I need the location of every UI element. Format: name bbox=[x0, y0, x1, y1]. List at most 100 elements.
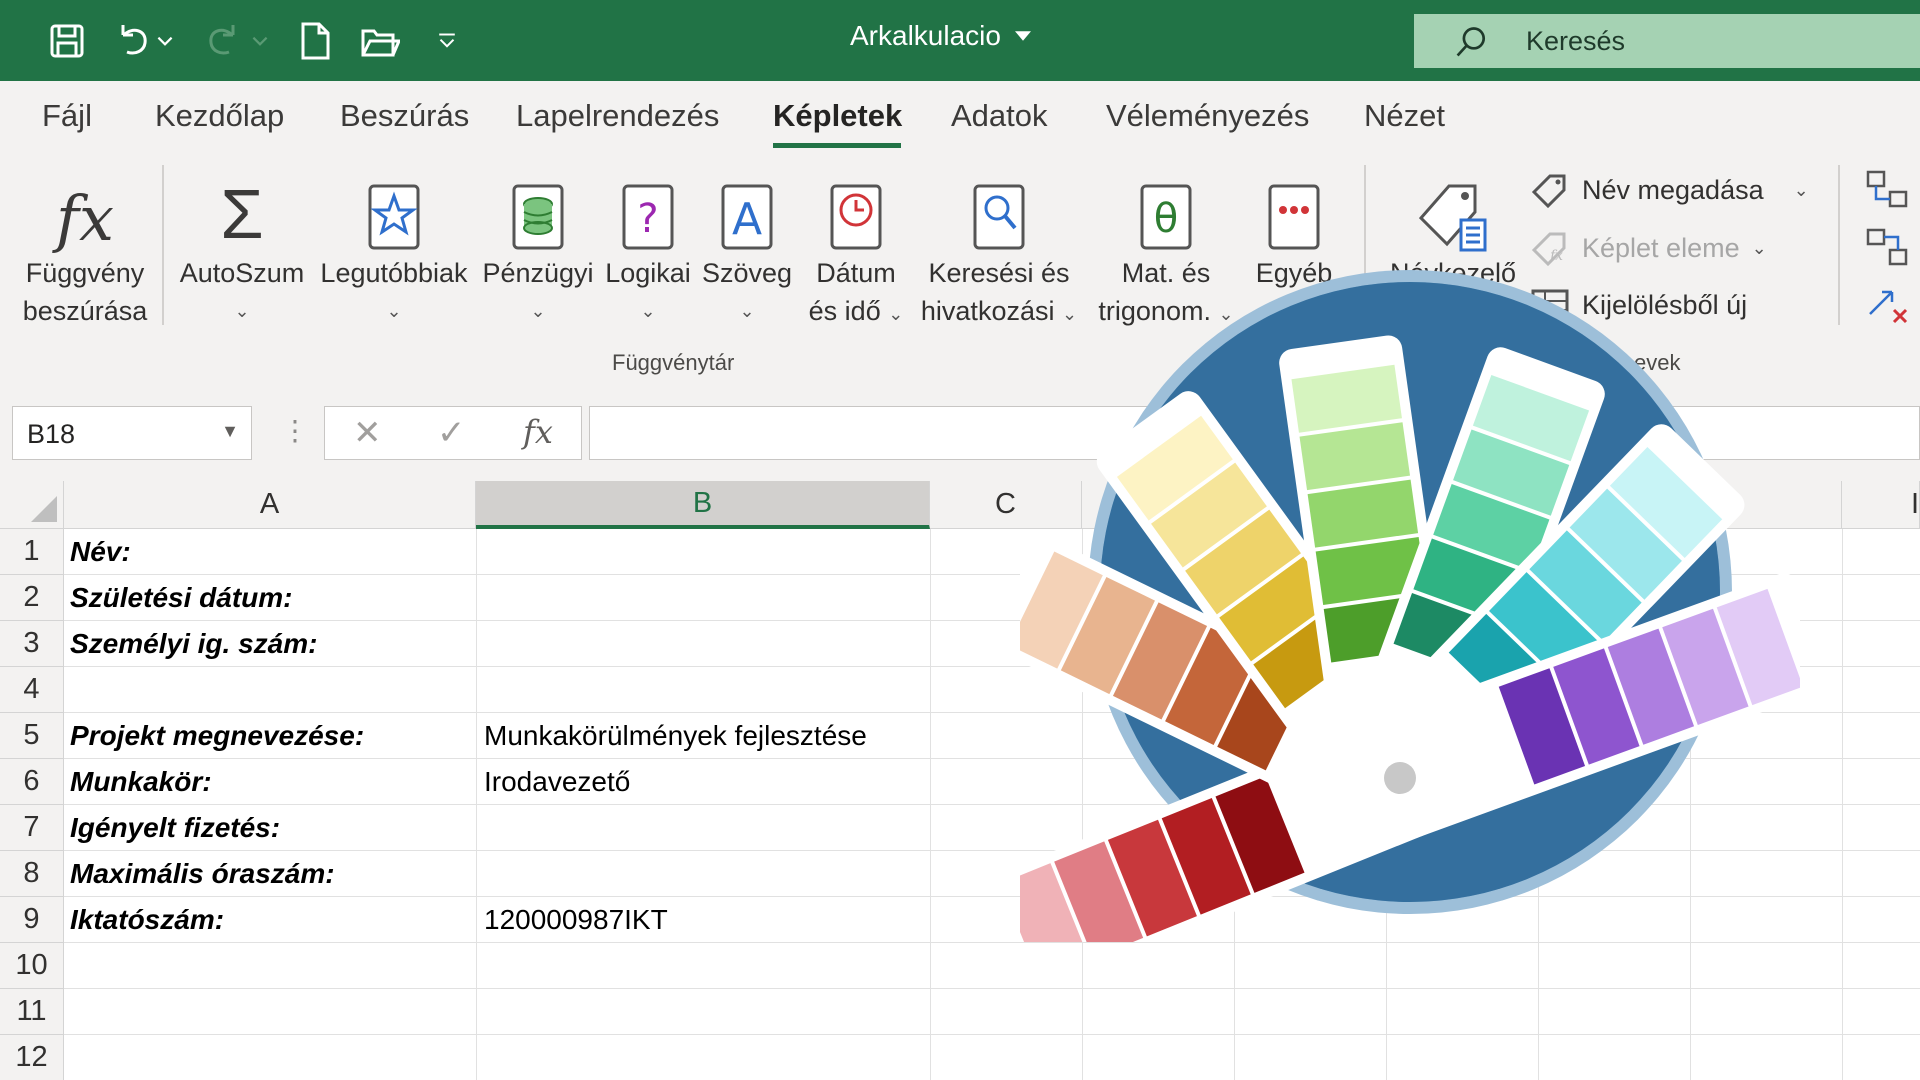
trace-dependents-icon[interactable] bbox=[1866, 228, 1910, 273]
define-name-label: Név megadása bbox=[1582, 174, 1764, 205]
row-header[interactable]: 6 bbox=[0, 759, 64, 805]
row-header[interactable]: 8 bbox=[0, 851, 64, 897]
fx-icon[interactable]: fx bbox=[523, 413, 553, 451]
sigma-icon: Σ bbox=[220, 175, 264, 253]
cell-a8[interactable]: Maximális óraszám: bbox=[70, 851, 335, 897]
chevron-down-icon: ⌄ bbox=[739, 301, 755, 321]
column-header-b[interactable]: B bbox=[476, 481, 930, 529]
theta-book-icon: θ bbox=[1140, 184, 1192, 250]
clock-book-icon bbox=[830, 184, 882, 250]
select-all-corner[interactable] bbox=[0, 481, 64, 529]
cell-b5[interactable]: Munkakörülmények fejlesztése bbox=[484, 713, 867, 759]
enter-icon[interactable]: ✓ bbox=[437, 413, 466, 453]
active-tab-indicator bbox=[773, 143, 901, 148]
row-header[interactable]: 3 bbox=[0, 621, 64, 667]
text-book-icon: A bbox=[721, 184, 773, 250]
column-header-a[interactable]: A bbox=[64, 481, 476, 529]
trace-precedents-icon[interactable] bbox=[1866, 170, 1910, 215]
undo-dropdown-icon[interactable] bbox=[150, 16, 180, 66]
tag-list-icon bbox=[1418, 184, 1487, 252]
svg-text:A: A bbox=[732, 194, 762, 245]
tab-view[interactable]: Nézet bbox=[1364, 98, 1445, 134]
financial-button[interactable]: Pénzügyi ⌄ bbox=[478, 168, 598, 330]
tab-formulas[interactable]: Képletek bbox=[773, 98, 902, 134]
open-folder-icon[interactable] bbox=[355, 16, 405, 66]
row-header[interactable]: 4 bbox=[0, 667, 64, 713]
text-label: Szöveg bbox=[701, 258, 793, 288]
search-box[interactable]: Keresés bbox=[1414, 14, 1920, 68]
datetime-button[interactable]: Dátum és idő ⌄ bbox=[800, 168, 912, 333]
tab-home[interactable]: Kezdőlap bbox=[155, 98, 284, 134]
document-title[interactable]: Arkalkulacio bbox=[850, 20, 1031, 52]
row-header[interactable]: 1 bbox=[0, 529, 64, 575]
search-icon bbox=[1456, 27, 1486, 57]
tab-data[interactable]: Adatok bbox=[951, 98, 1048, 134]
chevron-down-icon: ⌄ bbox=[386, 301, 402, 321]
remove-arrows-icon[interactable] bbox=[1866, 284, 1910, 329]
title-dropdown-icon bbox=[1014, 31, 1031, 41]
ribbon-separator bbox=[162, 165, 164, 325]
cancel-icon[interactable]: ✕ bbox=[353, 413, 382, 453]
chevron-down-icon: ⌄ bbox=[530, 301, 546, 321]
gridline bbox=[64, 1034, 1920, 1035]
search-placeholder: Keresés bbox=[1526, 26, 1626, 56]
gridline bbox=[64, 988, 1920, 989]
ribbon-separator bbox=[1838, 165, 1840, 325]
tab-file[interactable]: Fájl bbox=[42, 98, 92, 134]
cell-b9[interactable]: 120000987IKT bbox=[484, 897, 668, 943]
insert-function-button[interactable]: fx Függvény beszúrása bbox=[20, 168, 150, 330]
row-header[interactable]: 11 bbox=[0, 989, 64, 1035]
row-header[interactable]: 9 bbox=[0, 897, 64, 943]
recently-used-button[interactable]: Legutóbbiak ⌄ bbox=[312, 168, 476, 330]
row-header[interactable]: 5 bbox=[0, 713, 64, 759]
row-header[interactable]: 10 bbox=[0, 943, 64, 989]
color-palette-icon bbox=[1020, 270, 1800, 942]
grip-icon[interactable]: ⋮ bbox=[281, 414, 309, 447]
use-in-formula-label: Képlet eleme bbox=[1582, 232, 1740, 263]
row-header[interactable]: 12 bbox=[0, 1035, 64, 1080]
row-header[interactable]: 7 bbox=[0, 805, 64, 851]
excel-window: Arkalkulacio Keresés Fájl Kezdőlap Beszú… bbox=[0, 0, 1920, 1080]
cell-a6[interactable]: Munkakör: bbox=[70, 759, 212, 805]
tab-review[interactable]: Véleményezés bbox=[1106, 98, 1309, 134]
name-box-value: B18 bbox=[27, 419, 76, 449]
svg-text:θ: θ bbox=[1154, 196, 1178, 242]
star-book-icon bbox=[368, 184, 420, 250]
save-icon[interactable] bbox=[42, 16, 92, 66]
tab-page-layout[interactable]: Lapelrendezés bbox=[516, 98, 719, 134]
chevron-down-icon: ⌄ bbox=[1793, 179, 1809, 200]
cell-a5[interactable]: Projekt megnevezése: bbox=[70, 713, 364, 759]
customize-toolbar-icon[interactable] bbox=[422, 16, 472, 66]
column-header-i[interactable]: I bbox=[1842, 481, 1920, 529]
cell-a9[interactable]: Iktatószám: bbox=[70, 897, 224, 943]
chevron-down-icon: ⌄ bbox=[888, 304, 904, 324]
gridline bbox=[64, 942, 1920, 943]
use-in-formula-button[interactable]: fx Képlet eleme ⌄ bbox=[1530, 230, 1767, 266]
insert-function-label-1: Függvény bbox=[25, 258, 145, 288]
question-book-icon: ? bbox=[622, 184, 674, 250]
cell-a2[interactable]: Születési dátum: bbox=[70, 575, 292, 621]
dots-book-icon bbox=[1268, 184, 1320, 250]
fx-tag-icon: fx bbox=[1531, 232, 1566, 266]
cell-a3[interactable]: Személyi ig. szám: bbox=[70, 621, 317, 667]
insert-function-label-2: beszúrása bbox=[22, 296, 148, 326]
formula-buttons: ✕ ✓ fx bbox=[324, 406, 582, 460]
triangle-down-icon: ▼ bbox=[221, 421, 239, 441]
financial-label: Pénzügyi bbox=[482, 258, 594, 288]
chevron-down-icon: ⌄ bbox=[1751, 237, 1767, 258]
cell-a1[interactable]: Név: bbox=[70, 529, 131, 575]
logical-button[interactable]: ? Logikai ⌄ bbox=[600, 168, 696, 330]
text-button[interactable]: A Szöveg ⌄ bbox=[698, 168, 796, 330]
cell-a7[interactable]: Igényelt fizetés: bbox=[70, 805, 280, 851]
redo-dropdown-icon[interactable] bbox=[245, 16, 275, 66]
tab-insert[interactable]: Beszúrás bbox=[340, 98, 469, 134]
new-file-icon[interactable] bbox=[290, 16, 340, 66]
redo-icon[interactable] bbox=[198, 16, 248, 66]
cell-b6[interactable]: Irodavezető bbox=[484, 759, 630, 805]
name-box[interactable]: B18 ▼ bbox=[12, 406, 252, 460]
row-header[interactable]: 2 bbox=[0, 575, 64, 621]
define-name-button[interactable]: Név megadása ⌄ bbox=[1530, 172, 1809, 208]
autosum-button[interactable]: Σ AutoSzum ⌄ bbox=[172, 168, 312, 330]
recently-used-label: Legutóbbiak bbox=[320, 258, 468, 288]
svg-text:?: ? bbox=[637, 196, 658, 242]
